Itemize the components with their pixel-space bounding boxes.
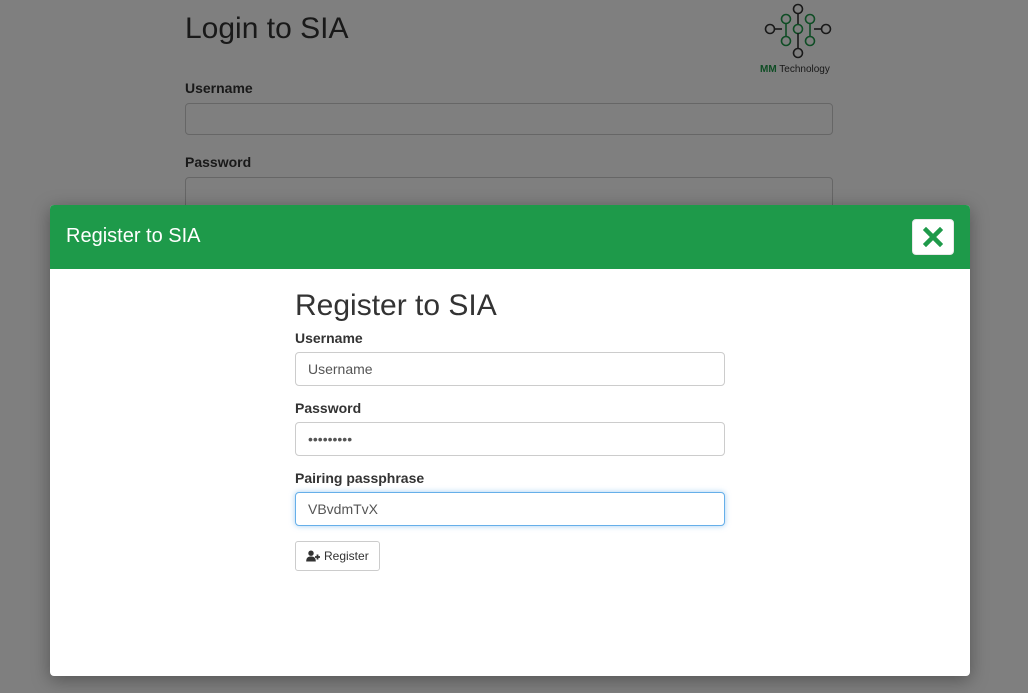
username-label: Username	[295, 330, 363, 346]
register-form: Register to SIA Username Password Pairin…	[295, 288, 725, 571]
user-plus-icon	[306, 550, 320, 562]
modal-title: Register to SIA	[66, 225, 201, 247]
register-button-label: Register	[324, 549, 369, 563]
modal-header: Register to SIA	[50, 205, 970, 269]
close-button[interactable]	[912, 219, 954, 255]
passphrase-label: Pairing passphrase	[295, 470, 425, 486]
password-input[interactable]	[295, 422, 725, 456]
register-button[interactable]: Register	[295, 541, 380, 571]
close-icon	[923, 227, 943, 247]
username-input[interactable]	[295, 352, 725, 386]
register-modal: Register to SIA Register to SIA Username…	[50, 205, 970, 676]
password-label: Password	[295, 400, 362, 416]
register-title: Register to SIA	[295, 289, 497, 322]
passphrase-input[interactable]	[295, 492, 725, 526]
